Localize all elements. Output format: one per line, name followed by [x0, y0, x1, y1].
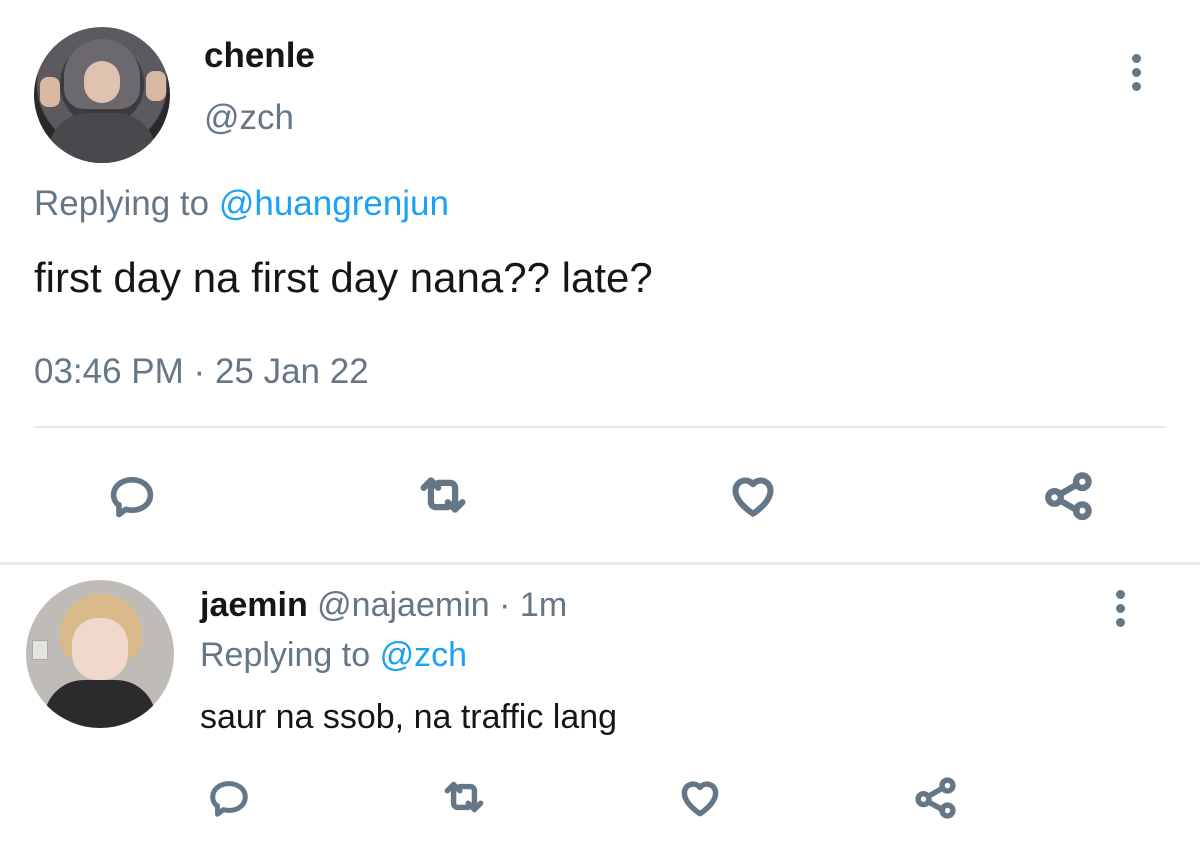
avatar[interactable]: [34, 27, 170, 163]
tweet-text: first day na first day nana?? late?: [34, 254, 653, 301]
more-icon[interactable]: [1112, 588, 1132, 628]
share-icon: [915, 777, 956, 819]
like-button[interactable]: [718, 460, 788, 530]
reply-author-name[interactable]: jaemin: [200, 586, 308, 624]
replying-to-mention[interactable]: @zch: [380, 636, 467, 674]
reply-header: jaemin @najaemin · 1m: [200, 586, 567, 625]
retweet-icon: [444, 781, 484, 813]
share-button[interactable]: [1034, 460, 1104, 530]
separator: ·: [499, 586, 511, 624]
avatar-hand: [146, 71, 166, 101]
reply-avatar[interactable]: [26, 580, 174, 728]
retweet-button[interactable]: [408, 460, 478, 530]
tweet-timestamp: 03:46 PM · 25 Jan 22: [34, 352, 369, 392]
retweet-icon: [420, 477, 466, 513]
replying-to-mention[interactable]: @huangrenjun: [219, 184, 449, 223]
reply-text: saur na ssob, na traffic lang: [200, 698, 618, 736]
like-icon: [732, 477, 774, 517]
divider: [0, 562, 1200, 565]
reply-button[interactable]: [97, 460, 167, 530]
avatar-background-switch: [32, 640, 48, 660]
avatar-face: [72, 618, 128, 680]
avatar-body: [48, 113, 156, 163]
reply-icon: [210, 781, 248, 817]
tweet-time: 03:46 PM: [34, 352, 184, 391]
reply-age: 1m: [519, 586, 568, 624]
retweet-button[interactable]: [429, 762, 499, 832]
share-button[interactable]: [901, 762, 971, 832]
author-name[interactable]: chenle: [204, 36, 315, 76]
author-handle[interactable]: @zch: [204, 98, 294, 138]
reply-icon: [110, 477, 154, 518]
divider: [34, 426, 1166, 428]
like-icon: [681, 781, 719, 817]
replying-to-label: Replying to: [200, 636, 371, 674]
replying-to-label: Replying to: [34, 184, 210, 223]
share-icon: [1045, 472, 1092, 521]
avatar-face: [84, 61, 120, 103]
reply-button[interactable]: [194, 762, 264, 832]
avatar-body: [44, 680, 156, 728]
tweet-date: 25 Jan 22: [214, 352, 369, 391]
reply-replying-to: Replying to @zch: [200, 636, 467, 675]
avatar-hand: [40, 77, 60, 107]
reply-author-handle[interactable]: @najaemin: [317, 586, 490, 624]
like-button[interactable]: [665, 762, 735, 832]
separator: ·: [193, 352, 206, 391]
replying-to: Replying to @huangrenjun: [34, 184, 449, 224]
more-icon[interactable]: [1128, 52, 1148, 92]
